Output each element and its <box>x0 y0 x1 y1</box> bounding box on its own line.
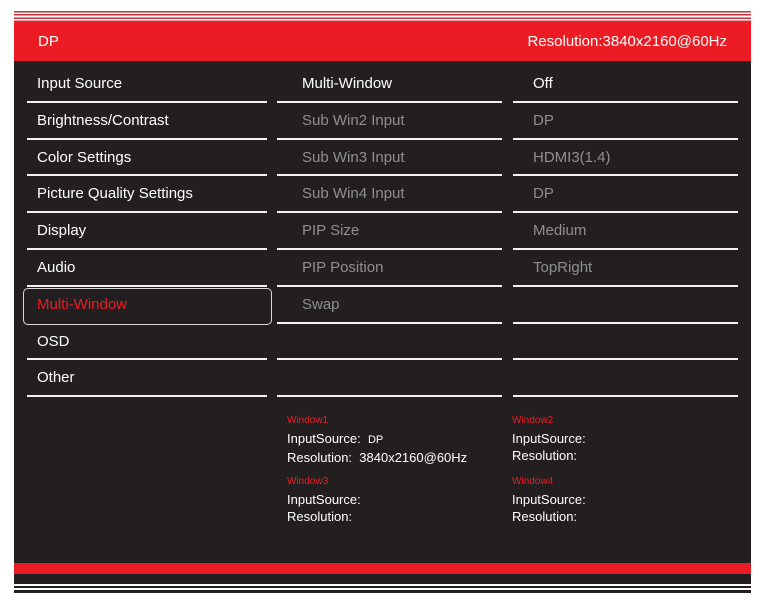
setting-value: Medium <box>533 222 587 240</box>
empty-row <box>277 360 502 398</box>
setting-sub-win2-input[interactable]: Sub Win2 Input <box>277 103 502 140</box>
selection-highlight <box>23 288 272 325</box>
setting-pip-position[interactable]: PIP Position <box>277 250 502 287</box>
menu-item-input-source[interactable]: Input Source <box>27 66 267 103</box>
window2-info: Window2 InputSource: Resolution: <box>512 414 586 464</box>
setting-label: PIP Size <box>302 222 360 240</box>
bottom-red-bar <box>14 563 751 574</box>
top-decor-stripes <box>14 11 751 22</box>
menu-item-osd[interactable]: OSD <box>27 324 267 361</box>
osd-header: DP Resolution:3840x2160@60Hz <box>14 22 751 61</box>
values-column: Off DP HDMI3(1.4) DP Medium TopRight <box>513 66 738 398</box>
menu-item-color-settings[interactable]: Color Settings <box>27 140 267 177</box>
setting-value: HDMI3(1.4) <box>533 148 611 166</box>
current-resolution: Resolution:3840x2160@60Hz <box>527 33 727 50</box>
menu-item-audio[interactable]: Audio <box>27 250 267 287</box>
setting-value: DP <box>533 185 554 203</box>
input-source-value: DP <box>367 434 384 446</box>
window3-info: Window3 InputSource: Resolution: <box>287 475 361 525</box>
menu-item-other[interactable]: Other <box>27 360 267 398</box>
value-multi-window[interactable]: Off <box>513 66 738 103</box>
setting-value: Off <box>533 75 553 92</box>
resolution-value: 3840x2160@60Hz <box>359 450 468 465</box>
value-swap <box>513 287 738 324</box>
window-title: Window4 <box>512 476 554 487</box>
value-pip-size[interactable]: Medium <box>513 213 738 250</box>
setting-label: Sub Win3 Input <box>302 148 405 166</box>
value-sub-win4-input[interactable]: DP <box>513 176 738 214</box>
empty-row <box>277 324 502 361</box>
menu-item-label: OSD <box>37 332 70 350</box>
setting-value: TopRight <box>533 258 593 276</box>
window-title: Window3 <box>287 476 329 487</box>
window-title: Window1 <box>287 415 329 426</box>
menu-item-label: Brightness/Contrast <box>37 111 169 129</box>
menu-item-label: Color Settings <box>37 148 132 166</box>
window1-info: Window1 InputSource: DP Resolution: 3840… <box>287 414 467 466</box>
main-menu: Input Source Brightness/Contrast Color S… <box>27 66 267 398</box>
setting-label: Sub Win4 Input <box>302 185 405 203</box>
bottom-decor-stripes <box>14 574 751 593</box>
menu-item-label: Other <box>37 369 75 387</box>
menu-item-label: Display <box>37 222 87 240</box>
setting-swap[interactable]: Swap <box>277 287 502 324</box>
input-source-label: InputSource: <box>287 492 361 507</box>
empty-row <box>513 324 738 361</box>
menu-item-label: Picture Quality Settings <box>37 185 193 203</box>
setting-pip-size[interactable]: PIP Size <box>277 213 502 250</box>
resolution-label: Resolution: <box>287 509 353 524</box>
setting-sub-win4-input[interactable]: Sub Win4 Input <box>277 176 502 214</box>
menu-item-display[interactable]: Display <box>27 213 267 250</box>
setting-sub-win3-input[interactable]: Sub Win3 Input <box>277 140 502 177</box>
setting-label: Swap <box>302 295 340 313</box>
menu-item-label: Audio <box>37 258 76 276</box>
menu-item-picture-quality[interactable]: Picture Quality Settings <box>27 176 267 214</box>
current-source: DP <box>38 33 59 50</box>
input-source-label: InputSource: <box>512 492 586 507</box>
setting-multi-window[interactable]: Multi-Window <box>277 66 502 103</box>
window4-info: Window4 InputSource: Resolution: <box>512 475 586 525</box>
resolution-label: Resolution: <box>512 448 578 463</box>
resolution-label: Resolution: <box>512 509 578 524</box>
value-pip-position[interactable]: TopRight <box>513 250 738 287</box>
setting-label: Sub Win2 Input <box>302 111 405 129</box>
setting-value: DP <box>533 111 554 129</box>
resolution-label: Resolution: <box>287 450 353 465</box>
menu-item-label: Input Source <box>37 75 123 92</box>
setting-label: Multi-Window <box>302 75 393 92</box>
input-source-label: InputSource: <box>287 431 361 446</box>
value-sub-win2-input[interactable]: DP <box>513 103 738 140</box>
setting-label: PIP Position <box>302 258 384 276</box>
empty-row <box>513 360 738 398</box>
settings-column: Multi-Window Sub Win2 Input Sub Win3 Inp… <box>277 66 502 398</box>
input-source-label: InputSource: <box>512 431 586 446</box>
menu-item-brightness-contrast[interactable]: Brightness/Contrast <box>27 103 267 140</box>
window-title: Window2 <box>512 415 554 426</box>
value-sub-win3-input[interactable]: HDMI3(1.4) <box>513 140 738 177</box>
